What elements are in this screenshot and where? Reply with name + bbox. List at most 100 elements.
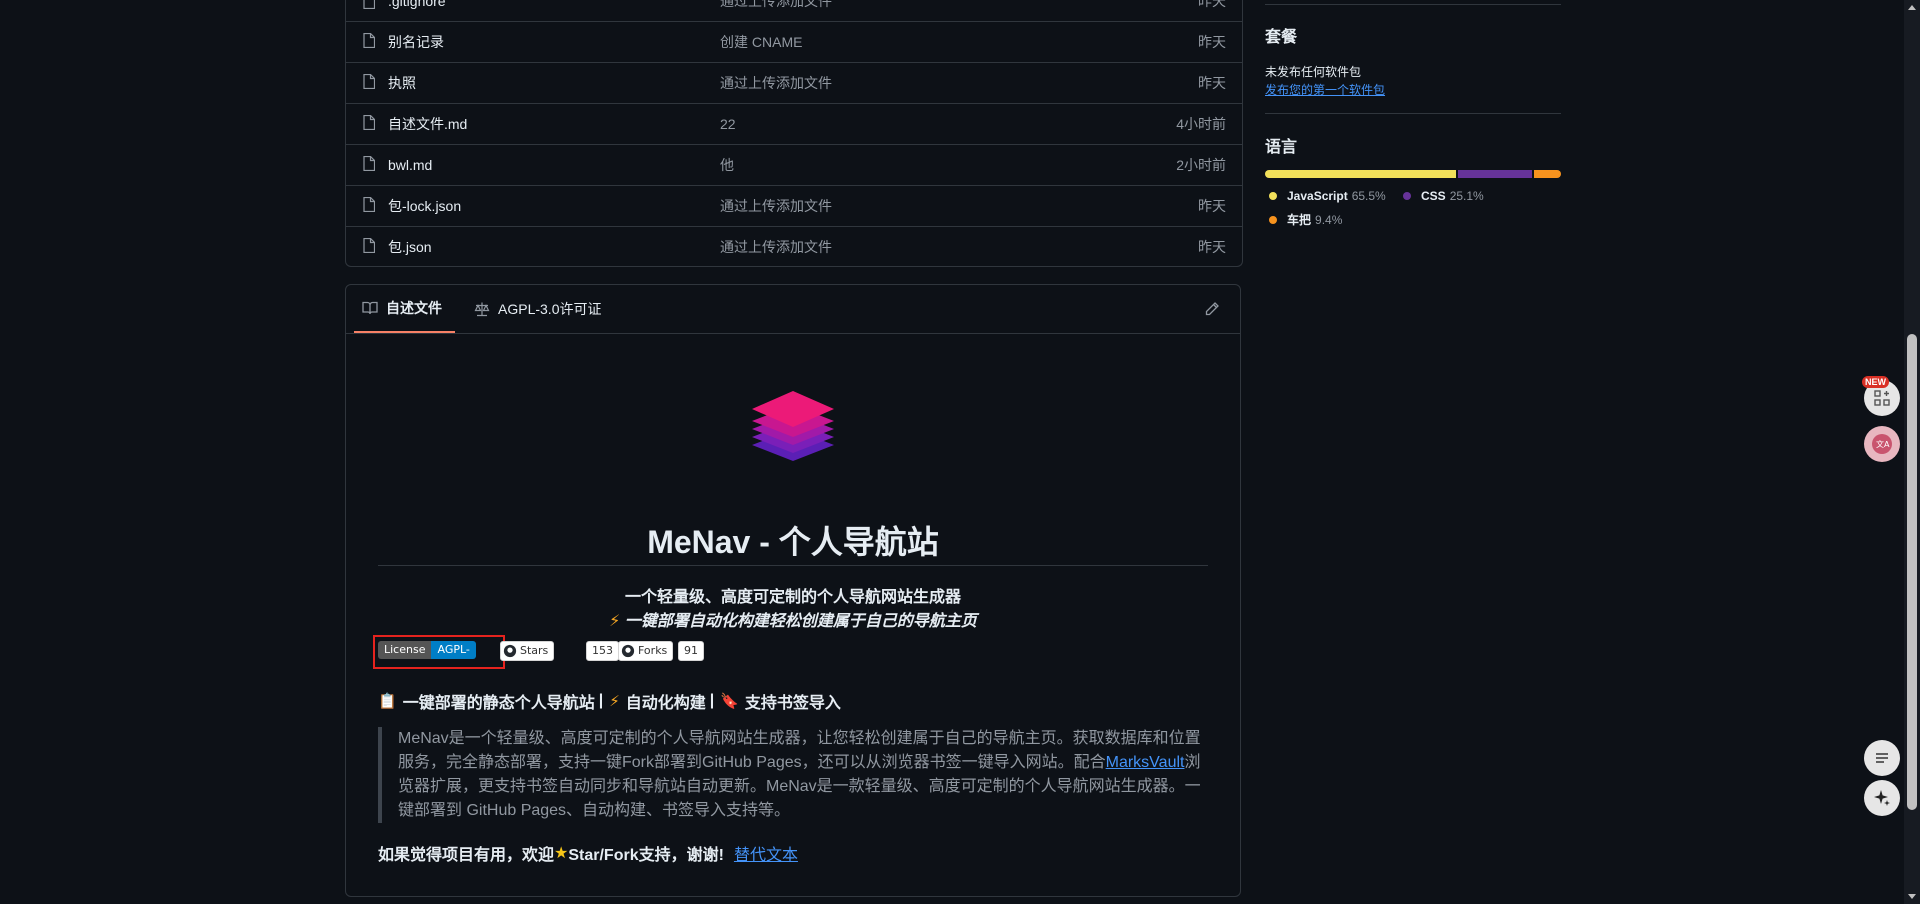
- book-icon: [362, 301, 378, 315]
- file-name[interactable]: 自述文件.md: [388, 114, 467, 134]
- tagline-text: 一键部署自动化构建轻松创建属于自己的导航主页: [624, 613, 977, 630]
- forks-count-badge[interactable]: 91: [678, 641, 704, 661]
- file-name[interactable]: .gitignore: [388, 0, 446, 9]
- notes-button[interactable]: [1864, 740, 1900, 776]
- feature-separator: |: [598, 692, 604, 709]
- forks-badge[interactable]: Forks: [618, 641, 674, 661]
- language-item[interactable]: CSS 25.1%: [1403, 189, 1484, 203]
- star-icon: ★: [554, 845, 569, 862]
- pencil-icon[interactable]: [1204, 301, 1220, 317]
- file-icon: [363, 0, 375, 9]
- tab-readme[interactable]: 自述文件: [354, 285, 455, 333]
- commit-message[interactable]: 他: [720, 155, 734, 175]
- readme-tabs: 自述文件 AGPL-3.0许可证: [346, 285, 1240, 334]
- file-row[interactable]: .gitignore 通过上传添加文件 昨天: [346, 0, 1242, 22]
- language-name: 车把: [1287, 213, 1312, 227]
- readme-subtitle: 一个轻量级、高度可定制的个人导航网站生成器: [624, 589, 961, 606]
- readme-title: MeNav - 个人导航站: [647, 524, 939, 560]
- feature-text: 自动化构建: [625, 695, 706, 712]
- file-row[interactable]: 别名记录 创建 CNAME 昨天: [346, 21, 1242, 63]
- file-name[interactable]: 包-lock.json: [388, 196, 461, 216]
- language-name: JavaScript: [1287, 189, 1348, 203]
- file-icon: [363, 115, 375, 130]
- license-badge[interactable]: License AGPL-3.0: [378, 641, 476, 659]
- alt-image-link[interactable]: 替代文本: [734, 841, 798, 865]
- feature-line: 📋 一键部署的静态个人导航站 | ⚡ 自动化构建 | 🔖 支持书签导入: [378, 689, 841, 713]
- packages-heading[interactable]: 套餐: [1265, 23, 1297, 47]
- language-item[interactable]: JavaScript 65.5%: [1269, 189, 1386, 203]
- languages-heading: 语言: [1265, 139, 1298, 156]
- feature-text: 一键部署的静态个人导航站: [402, 695, 595, 712]
- language-dot: [1403, 192, 1411, 200]
- scrollbar-thumb[interactable]: [1907, 334, 1917, 810]
- file-name[interactable]: 执照: [388, 73, 416, 93]
- new-badge: NEW: [1862, 376, 1889, 388]
- language-bar-segment: [1458, 170, 1532, 178]
- menav-logo-icon: [752, 391, 834, 461]
- commit-message[interactable]: 通过上传添加文件: [720, 73, 832, 93]
- file-row[interactable]: bwl.md 他 2小时前: [346, 144, 1242, 186]
- file-row[interactable]: 自述文件.md 22 4小时前: [346, 103, 1242, 145]
- file-row[interactable]: 包-lock.json 通过上传添加文件 昨天: [346, 185, 1242, 227]
- language-name: CSS: [1421, 189, 1446, 203]
- file-row[interactable]: 执照 通过上传添加文件 昨天: [346, 62, 1242, 104]
- github-icon: [503, 644, 517, 658]
- readme-panel: 自述文件 AGPL-3.0许可证 MeNav - 个人导航站 一个轻量级、高度可…: [345, 284, 1241, 897]
- file-name[interactable]: 别名记录: [388, 32, 444, 52]
- lightning-icon: ⚡: [609, 613, 621, 630]
- commit-message[interactable]: 通过上传添加文件: [720, 0, 832, 11]
- language-percent: 9.4%: [1315, 212, 1343, 227]
- feature-separator: |: [709, 692, 715, 709]
- marksvault-link[interactable]: MarksVault: [1106, 754, 1185, 771]
- readme-tagline: ⚡ 一键部署自动化构建轻松创建属于自己的导航主页: [378, 607, 1208, 631]
- file-icon: [363, 33, 375, 48]
- tab-readme-label: 自述文件: [386, 300, 442, 316]
- stars-badge[interactable]: Stars: [500, 641, 555, 661]
- scroll-up-arrow[interactable]: [1908, 5, 1916, 10]
- tab-license[interactable]: AGPL-3.0许可证: [466, 285, 601, 333]
- scroll-down-arrow[interactable]: [1908, 894, 1916, 899]
- language-percent: 65.5%: [1351, 189, 1386, 203]
- list-icon: [1876, 753, 1888, 763]
- clipboard-icon: 📋: [378, 693, 397, 710]
- sparkle-icon: [1874, 790, 1890, 806]
- commit-time: 昨天: [1198, 238, 1226, 255]
- github-icon: [621, 644, 635, 658]
- publish-package-link[interactable]: 发布您的第一个软件包: [1265, 81, 1385, 98]
- language-bar: [1265, 170, 1561, 178]
- file-row[interactable]: 包.json 通过上传添加文件 昨天: [346, 226, 1242, 267]
- lightning-icon: ⚡: [609, 693, 620, 710]
- support-text: 如果觉得项目有用，欢迎: [378, 847, 555, 864]
- commit-message[interactable]: 22: [720, 116, 736, 132]
- commit-message[interactable]: 通过上传添加文件: [720, 237, 832, 257]
- stars-count-badge[interactable]: 153: [586, 641, 619, 661]
- file-icon: [363, 238, 375, 253]
- stars-badge-label: Stars: [520, 644, 549, 657]
- file-icon: [363, 74, 375, 89]
- license-badge-value: AGPL-3.0: [431, 641, 476, 659]
- sidebar-divider: [1265, 113, 1561, 114]
- support-line: 如果觉得项目有用，欢迎 ★ Star/Fork支持，谢谢! 替代文本: [378, 841, 798, 865]
- file-name[interactable]: bwl.md: [388, 157, 432, 173]
- commit-message[interactable]: 通过上传添加文件: [720, 196, 832, 216]
- ai-sparkle-button[interactable]: [1864, 780, 1900, 816]
- scale-icon: [474, 302, 490, 317]
- packages-empty-text: 未发布任何软件包: [1265, 65, 1362, 79]
- commit-time: 昨天: [1198, 33, 1226, 50]
- quote-text: MeNav是一个轻量级、高度可定制的个人导航网站生成器，让您轻松创建属于自己的导…: [398, 730, 1201, 771]
- commit-time: 2小时前: [1176, 156, 1226, 173]
- language-item[interactable]: 车把 9.4%: [1269, 211, 1342, 228]
- commit-time: 4小时前: [1176, 115, 1226, 132]
- language-dot: [1269, 215, 1277, 224]
- commit-time: 昨天: [1198, 197, 1226, 214]
- language-bar-segment: [1265, 170, 1457, 178]
- file-name[interactable]: 包.json: [388, 237, 432, 257]
- file-icon: [363, 156, 375, 171]
- commit-message[interactable]: 创建 CNAME: [720, 32, 802, 52]
- readme-blockquote: MeNav是一个轻量级、高度可定制的个人导航网站生成器，让您轻松创建属于自己的导…: [378, 727, 1208, 823]
- language-dot: [1269, 192, 1277, 200]
- translate-button[interactable]: 文A: [1864, 426, 1900, 462]
- apps-add-icon: [1874, 390, 1890, 406]
- title-divider: [378, 565, 1208, 566]
- support-text: Star/Fork支持，谢谢!: [568, 847, 724, 864]
